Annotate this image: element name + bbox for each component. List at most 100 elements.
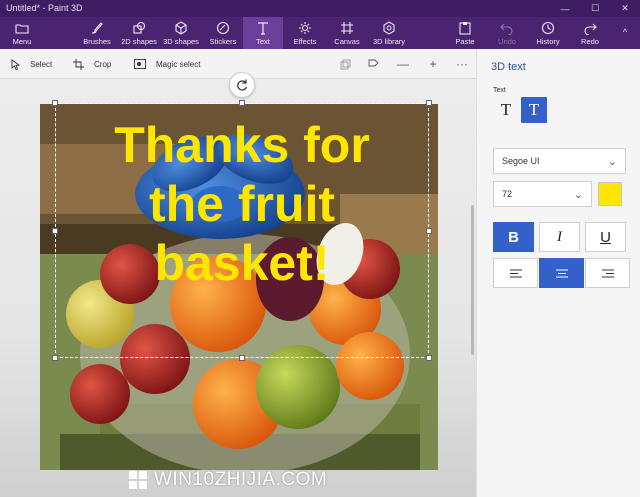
tool-3d-shapes[interactable]: 3D shapes: [161, 17, 201, 49]
ribbon: Menu Brushes 2D shapes 3D shapes Sticker…: [0, 17, 640, 49]
tool-label: Effects: [293, 37, 317, 46]
crop-label: Crop: [94, 59, 112, 69]
text-selection-frame[interactable]: [55, 103, 429, 358]
menu-button[interactable]: Menu: [4, 17, 40, 49]
italic-glyph: I: [557, 228, 562, 245]
resize-handle[interactable]: [426, 355, 432, 361]
action-label: Undo: [498, 37, 516, 46]
action-label: Paste: [455, 37, 475, 46]
action-label: Redo: [581, 37, 599, 46]
chevron-down-icon: ⌄: [607, 156, 617, 168]
vertical-scrollbar[interactable]: [471, 205, 474, 355]
3d-shapes-icon: [174, 21, 188, 35]
zoom-out-button[interactable]: —: [396, 57, 410, 71]
window-title: Untitled* - Paint 3D: [6, 3, 83, 13]
italic-button[interactable]: I: [539, 222, 580, 252]
maximize-button[interactable]: ☐: [580, 0, 610, 17]
select-button[interactable]: Select: [11, 49, 52, 79]
tool-label: Text: [256, 37, 270, 46]
resize-handle[interactable]: [52, 228, 58, 234]
bold-button[interactable]: B: [493, 222, 534, 252]
text-icon: [256, 21, 270, 35]
redo-button[interactable]: Redo: [575, 17, 605, 49]
tool-label: Canvas: [334, 37, 360, 46]
windows-logo-icon: [129, 471, 147, 489]
font-family-dropdown[interactable]: Segoe UI ⌄: [493, 148, 626, 174]
close-button[interactable]: ✕: [610, 0, 640, 17]
paste-button[interactable]: Paste: [450, 17, 480, 49]
title-bar: Untitled* - Paint 3D — ☐ ✕: [0, 0, 640, 17]
crop-button[interactable]: Crop: [73, 49, 111, 79]
resize-handle[interactable]: [239, 355, 245, 361]
tool-3d-library[interactable]: 3D library: [369, 17, 409, 49]
font-family-value: Segoe UI: [502, 156, 540, 166]
rotate-handle[interactable]: [229, 72, 255, 98]
resize-handle[interactable]: [52, 355, 58, 361]
folder-icon: [15, 21, 29, 35]
select-label: Select: [30, 59, 53, 69]
resize-handle[interactable]: [239, 100, 245, 106]
tool-stickers[interactable]: Stickers: [205, 17, 241, 49]
3d-library-icon: [382, 21, 396, 35]
bold-glyph: B: [508, 228, 519, 246]
watermark: WIN10ZHIJIA.COM: [128, 466, 327, 494]
undo-button[interactable]: Undo: [492, 17, 522, 49]
resize-handle[interactable]: [426, 228, 432, 234]
effects-icon: [298, 21, 312, 35]
resize-handle[interactable]: [426, 100, 432, 106]
3d-text-button[interactable]: T: [521, 97, 547, 123]
2d-shapes-icon: [132, 21, 146, 35]
collapse-ribbon-button[interactable]: ^: [614, 17, 636, 49]
layers-icon[interactable]: [338, 57, 352, 71]
tool-2d-shapes[interactable]: 2D shapes: [119, 17, 159, 49]
align-center-button[interactable]: [539, 258, 584, 288]
magic-select-button[interactable]: Magic select: [134, 49, 200, 79]
rotate-icon: [237, 79, 248, 91]
crop-icon: [73, 58, 84, 70]
resize-handle[interactable]: [52, 100, 58, 106]
underline-button[interactable]: U: [585, 222, 626, 252]
font-size-dropdown[interactable]: 72 ⌄: [493, 181, 592, 207]
tool-label: Brushes: [83, 37, 111, 46]
undo-icon: [500, 21, 514, 35]
history-button[interactable]: History: [532, 17, 564, 49]
chevron-up-icon: ^: [622, 27, 628, 37]
history-icon: [541, 21, 555, 35]
cursor-icon: [11, 58, 20, 70]
align-left-button[interactable]: [493, 258, 538, 288]
magic-select-icon: [134, 59, 146, 69]
tool-brushes[interactable]: Brushes: [80, 17, 114, 49]
more-options-button[interactable]: ···: [455, 57, 469, 71]
magic-select-label: Magic select: [156, 59, 201, 69]
menu-label: Menu: [12, 37, 32, 46]
canvas-icon: [340, 21, 354, 35]
text-color-swatch[interactable]: [598, 182, 622, 206]
tool-text[interactable]: Text: [243, 17, 283, 49]
brush-icon: [90, 21, 104, 35]
chevron-down-icon: ⌄: [573, 189, 583, 201]
flag-icon[interactable]: [366, 57, 380, 71]
redo-icon: [583, 21, 597, 35]
minimize-button[interactable]: —: [550, 0, 580, 17]
tool-canvas[interactable]: Canvas: [330, 17, 364, 49]
font-size-value: 72: [502, 189, 513, 199]
tool-effects[interactable]: Effects: [288, 17, 322, 49]
align-left-icon: [509, 269, 522, 277]
action-label: History: [536, 37, 560, 46]
tool-label: 2D shapes: [121, 37, 157, 46]
panel-title: 3D text: [491, 61, 526, 73]
align-right-icon: [601, 269, 614, 277]
stickers-icon: [216, 21, 230, 35]
2d-text-button[interactable]: T: [493, 97, 519, 123]
align-right-button[interactable]: [585, 258, 630, 288]
zoom-in-button[interactable]: +: [426, 57, 440, 71]
tool-label: Stickers: [209, 37, 237, 46]
paste-icon: [459, 21, 471, 35]
text-section-label: Text: [493, 87, 506, 94]
underline-glyph: U: [600, 228, 611, 246]
text-properties-panel: 3D text Text T T Segoe UI ⌄ 72 ⌄ B I U: [476, 49, 640, 497]
tool-label: 3D library: [372, 37, 406, 46]
align-center-icon: [555, 269, 568, 277]
tool-label: 3D shapes: [163, 37, 199, 46]
watermark-text: WIN10ZHIJIA.COM: [154, 469, 328, 490]
